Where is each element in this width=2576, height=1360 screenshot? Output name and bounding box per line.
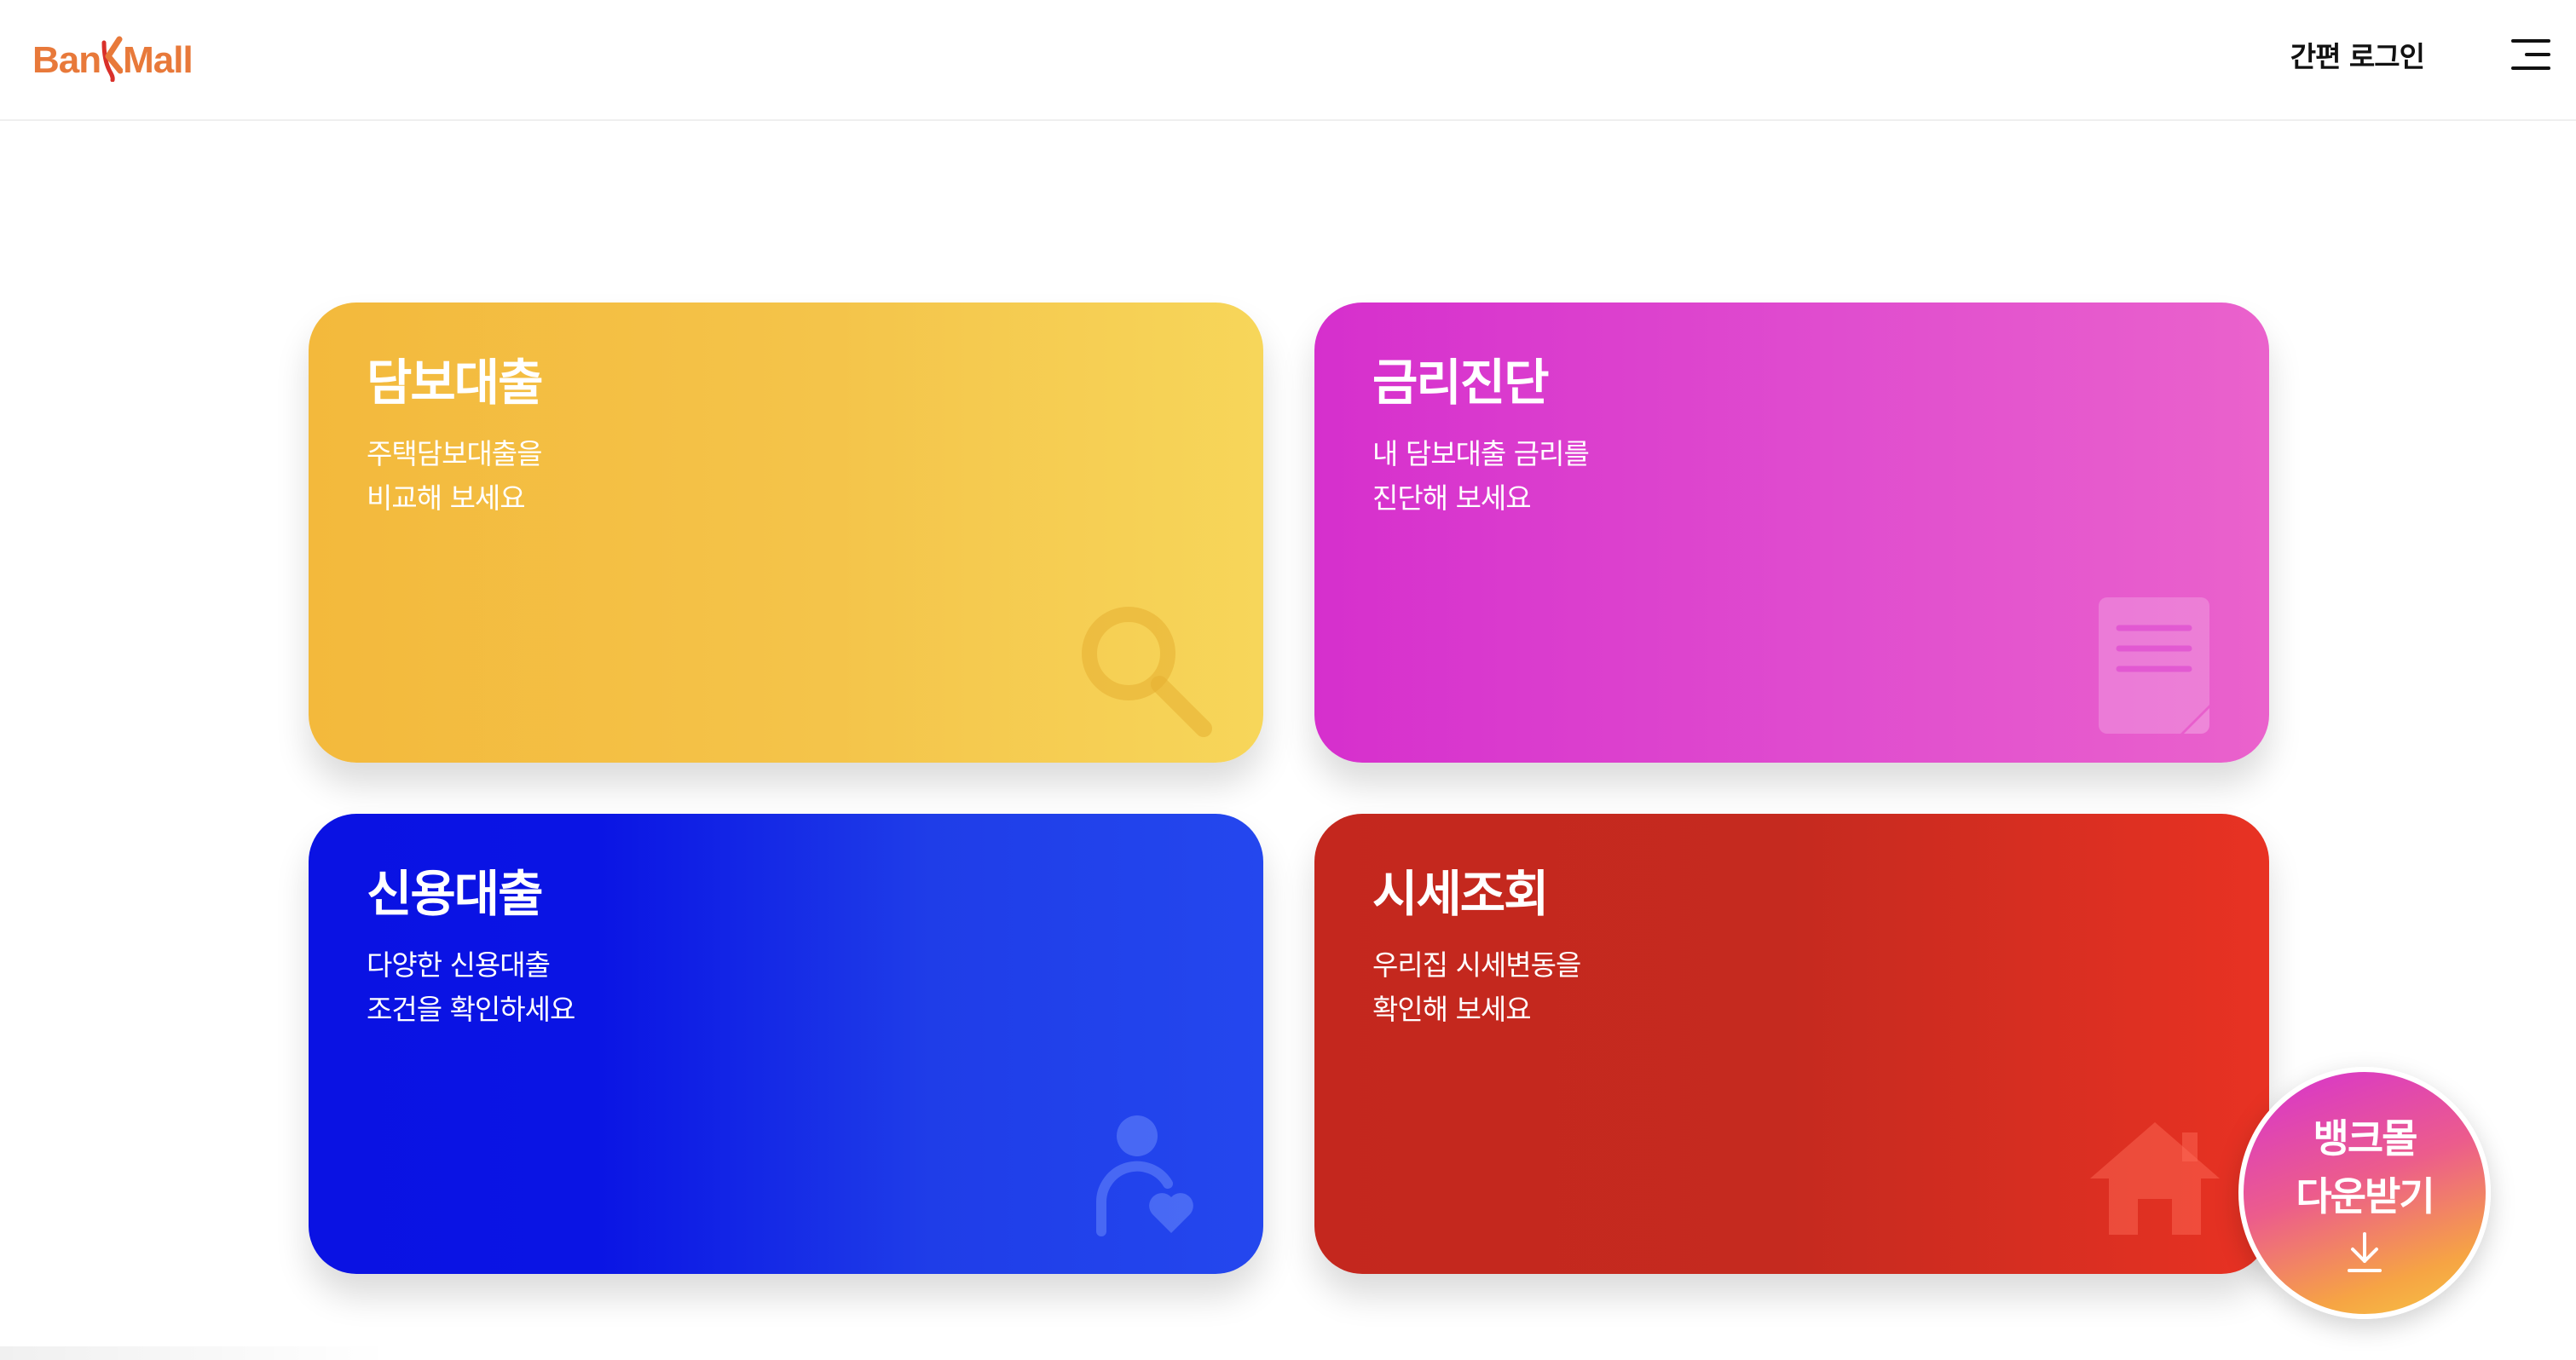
card-desc-line: 확인해 보세요 xyxy=(1372,992,1532,1026)
card-desc-line: 진단해 보세요 xyxy=(1372,481,1532,515)
hamburger-menu-icon[interactable] xyxy=(2511,37,2550,72)
card-title: 신용대출 xyxy=(367,865,543,923)
card-description: 내 담보대출 금리를 진단해 보세요 xyxy=(1372,432,2211,521)
card-price-inquiry[interactable]: 시세조회 우리집 시세변동을 확인해 보세요 xyxy=(1314,814,2269,1274)
card-title: 시세조회 xyxy=(1372,865,1549,923)
card-description: 주택담보대출을 비교해 보세요 xyxy=(367,432,1205,521)
logo-text-start: Ban xyxy=(32,39,101,81)
logo-k-mark-icon xyxy=(101,31,124,82)
bankmall-logo[interactable]: Ban Mall xyxy=(32,31,193,82)
top-header: Ban Mall 간편 로그인 xyxy=(0,0,2576,121)
house-icon xyxy=(2087,1119,2223,1242)
card-collateral-loan[interactable]: 담보대출 주택담보대출을 비교해 보세요 xyxy=(309,303,1263,763)
document-icon xyxy=(2099,597,2218,746)
card-desc-line: 비교해 보세요 xyxy=(367,481,526,515)
app-download-button[interactable]: 뱅크몰 다운받기 xyxy=(2238,1067,2491,1319)
download-arrow-icon xyxy=(2346,1232,2383,1276)
card-desc-line: 다양한 신용대출 xyxy=(367,948,551,982)
card-description: 다양한 신용대출 조건을 확인하세요 xyxy=(367,943,1205,1032)
card-rate-diagnosis[interactable]: 금리진단 내 담보대출 금리를 진단해 보세요 xyxy=(1314,303,2269,763)
bottom-edge-shadow xyxy=(0,1346,392,1360)
card-title: 금리진단 xyxy=(1372,354,1549,412)
card-desc-line: 내 담보대출 금리를 xyxy=(1372,436,1590,470)
card-desc-line: 조건을 확인하세요 xyxy=(367,992,575,1026)
download-label-line2: 다운받기 xyxy=(2296,1173,2434,1219)
easy-login-link[interactable]: 간편 로그인 xyxy=(2290,34,2425,75)
card-desc-line: 주택담보대출을 xyxy=(367,436,543,470)
magnifier-icon xyxy=(1076,601,1221,749)
card-description: 우리집 시세변동을 확인해 보세요 xyxy=(1372,943,2211,1032)
card-title: 담보대출 xyxy=(367,354,543,412)
logo-text-end: Mall xyxy=(123,39,193,81)
person-heart-icon xyxy=(1095,1114,1207,1245)
card-credit-loan[interactable]: 신용대출 다양한 신용대출 조건을 확인하세요 xyxy=(309,814,1263,1274)
card-desc-line: 우리집 시세변동을 xyxy=(1372,948,1581,982)
download-label-line1: 뱅크몰 xyxy=(2313,1115,2418,1161)
